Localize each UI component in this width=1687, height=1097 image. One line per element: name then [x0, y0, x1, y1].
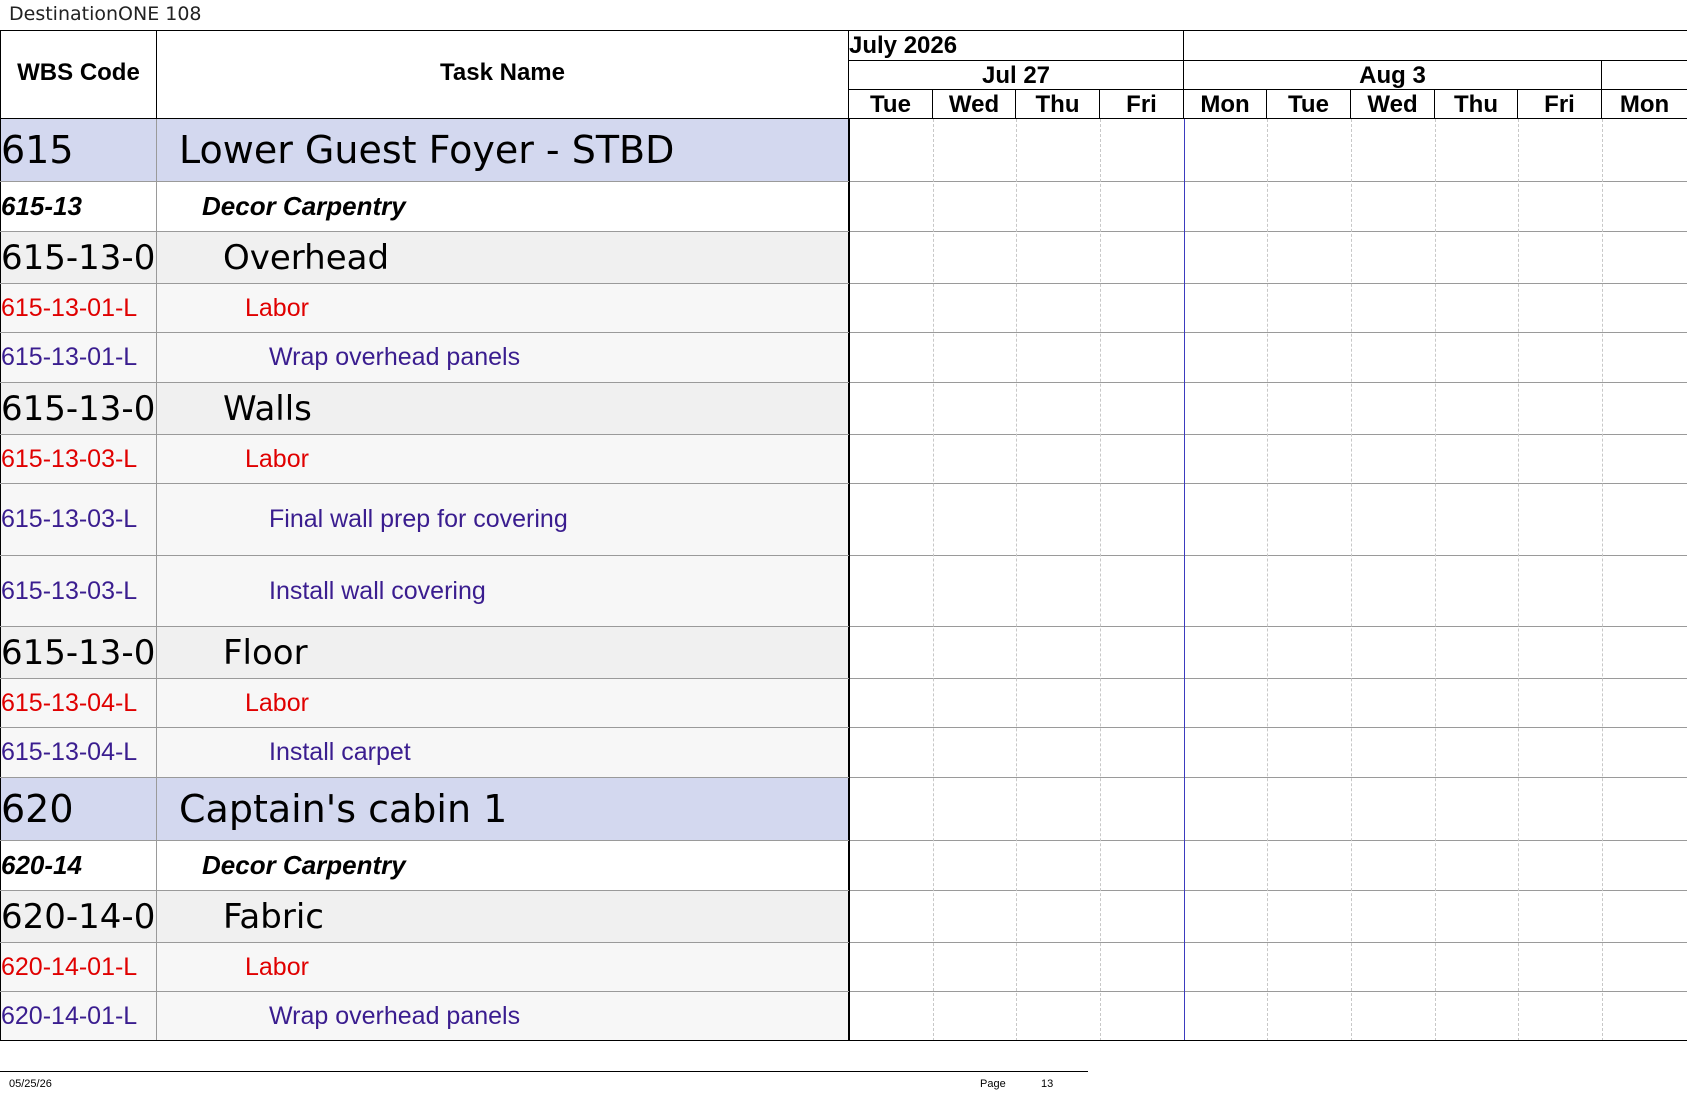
gantt-cell[interactable]	[849, 992, 1687, 1040]
footer-page-number: 13	[1041, 1078, 1054, 1090]
day-header-tue-1: Tue	[849, 90, 933, 119]
table-row[interactable]: 615-13-01 Overhead	[0, 232, 1687, 284]
task-name-cell: Decor Carpentry	[157, 841, 849, 890]
table-row[interactable]: 620-14-01-L Wrap overhead panels	[0, 992, 1687, 1041]
wbs-code-cell: 615-13	[0, 182, 157, 231]
day-header-mon-2: Mon	[1619, 91, 1670, 118]
month-header-july-2026: July 2026	[849, 31, 1184, 61]
table-row[interactable]: 615-13-03-L Final wall prep for covering	[0, 484, 1687, 556]
footer-divider	[0, 1071, 1088, 1072]
table-row[interactable]: 620-14-01 Fabric	[0, 891, 1687, 943]
table-row[interactable]: 615-13-04-L Labor	[0, 679, 1687, 728]
table-row[interactable]: 615-13 Decor Carpentry	[0, 182, 1687, 232]
gantt-header: WBS Code Task Name July 2026 Jul 27 Aug …	[0, 30, 1687, 119]
gantt-cell[interactable]	[849, 556, 1687, 626]
task-name-cell: Labor	[157, 284, 849, 332]
wbs-code-cell: 615-13-01	[0, 232, 157, 283]
gantt-cell[interactable]	[849, 232, 1687, 283]
wbs-code-cell: 620-14-01-L	[0, 992, 157, 1040]
gantt-cell[interactable]	[849, 119, 1687, 181]
task-name-cell: Labor	[157, 943, 849, 991]
gantt-cell[interactable]	[849, 728, 1687, 777]
wbs-code-cell: 615-13-03-L	[0, 435, 157, 483]
task-name-cell: Fabric	[157, 891, 849, 942]
footer-date: 05/25/26	[9, 1078, 52, 1090]
day-header-mon-1: Mon	[1184, 90, 1267, 119]
day-header-thu-2: Thu	[1435, 90, 1518, 119]
gantt-cell[interactable]	[849, 943, 1687, 991]
table-row[interactable]: 615-13-04 Floor	[0, 627, 1687, 679]
wbs-code-column-header[interactable]: WBS Code	[0, 31, 157, 119]
day-header-thu-1: Thu	[1016, 90, 1100, 119]
table-row[interactable]: 615-13-03-L Install wall covering	[0, 556, 1687, 627]
task-name-cell: Lower Guest Foyer - STBD	[157, 119, 849, 181]
gantt-cell[interactable]	[849, 679, 1687, 727]
wbs-code-cell: 615-13-01-L	[0, 333, 157, 382]
task-name-cell: Final wall prep for covering	[157, 484, 849, 555]
table-row[interactable]: 615-13-03 Walls	[0, 383, 1687, 435]
table-row[interactable]: 615 Lower Guest Foyer - STBD	[0, 119, 1687, 182]
wbs-code-cell: 620	[0, 778, 157, 840]
table-row[interactable]: 615-13-03-L Labor	[0, 435, 1687, 484]
task-name-cell: Walls	[157, 383, 849, 434]
table-row[interactable]: 615-13-01-L Labor	[0, 284, 1687, 333]
wbs-code-cell: 615-13-04-L	[0, 679, 157, 727]
gantt-cell[interactable]	[849, 182, 1687, 231]
task-name-column-header[interactable]: Task Name	[157, 31, 849, 119]
task-name-cell: Install wall covering	[157, 556, 849, 626]
wbs-code-cell: 615-13-03-L	[0, 556, 157, 626]
day-header-wed-1: Wed	[933, 90, 1016, 119]
table-row[interactable]: 615-13-01-L Wrap overhead panels	[0, 333, 1687, 383]
wbs-code-cell: 620-14-01	[0, 891, 157, 942]
week-header-aug-3: Aug 3	[1184, 61, 1602, 90]
day-header-fri-2: Fri	[1518, 90, 1602, 119]
week-header-next	[1602, 61, 1687, 90]
month-header-next	[1184, 31, 1687, 61]
table-row[interactable]: 620-14-01-L Labor	[0, 943, 1687, 992]
wbs-code-cell: 615-13-04-L	[0, 728, 157, 777]
table-row[interactable]: 620 Captain's cabin 1	[0, 778, 1687, 841]
task-name-cell: Wrap overhead panels	[157, 992, 849, 1040]
gantt-cell[interactable]	[849, 778, 1687, 840]
table-row[interactable]: 620-14 Decor Carpentry	[0, 841, 1687, 891]
wbs-code-cell: 620-14	[0, 841, 157, 890]
task-name-cell: Floor	[157, 627, 849, 678]
gantt-cell[interactable]	[849, 627, 1687, 678]
gantt-cell[interactable]	[849, 484, 1687, 555]
task-name-cell: Wrap overhead panels	[157, 333, 849, 382]
wbs-code-cell: 615-13-03-L	[0, 484, 157, 555]
task-name-cell: Install carpet	[157, 728, 849, 777]
gantt-cell[interactable]	[849, 891, 1687, 942]
gantt-cell[interactable]	[849, 383, 1687, 434]
week-header-jul-27: Jul 27	[849, 61, 1184, 90]
day-header-fri-1: Fri	[1100, 90, 1184, 119]
task-name-cell: Labor	[157, 435, 849, 483]
footer-page-label: Page	[980, 1078, 1006, 1090]
day-header-wed-2: Wed	[1351, 90, 1435, 119]
task-name-cell: Captain's cabin 1	[157, 778, 849, 840]
day-header-tue-2: Tue	[1267, 90, 1351, 119]
table-row[interactable]: 615-13-04-L Install carpet	[0, 728, 1687, 778]
task-name-cell: Overhead	[157, 232, 849, 283]
wbs-code-cell: 615-13-04	[0, 627, 157, 678]
wbs-code-cell: 620-14-01-L	[0, 943, 157, 991]
gantt-cell[interactable]	[849, 284, 1687, 332]
gantt-cell[interactable]	[849, 435, 1687, 483]
gantt-cell[interactable]	[849, 333, 1687, 382]
gantt-cell[interactable]	[849, 841, 1687, 890]
task-name-cell: Decor Carpentry	[157, 182, 849, 231]
document-title: DestinationONE 108	[9, 3, 202, 25]
wbs-code-cell: 615	[0, 119, 157, 181]
table-bottom-border	[0, 1040, 1687, 1041]
task-name-cell: Labor	[157, 679, 849, 727]
wbs-code-cell: 615-13-03	[0, 383, 157, 434]
wbs-code-cell: 615-13-01-L	[0, 284, 157, 332]
